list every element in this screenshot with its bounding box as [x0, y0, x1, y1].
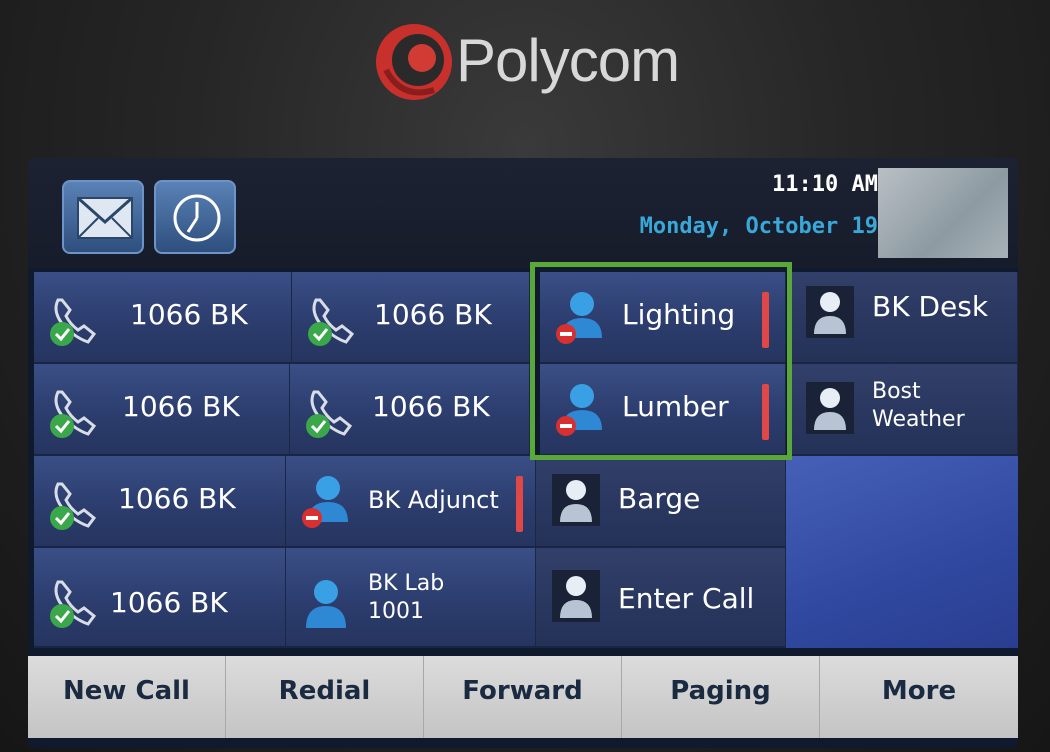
contact-online-icon	[306, 580, 346, 628]
contact-label: Bost Weather	[872, 378, 965, 434]
line-key-label: 1066 BK	[374, 298, 492, 331]
contact-key-bk-desk[interactable]: BK Desk	[790, 272, 1018, 364]
phone-check-icon	[50, 390, 97, 438]
line-key-label: 1066 BK	[122, 390, 240, 423]
line-key-label: 1066 BK	[130, 298, 248, 331]
polycom-logo-mark	[376, 24, 452, 100]
contact-icon	[552, 474, 600, 526]
phone-check-icon	[50, 580, 97, 628]
contact-busy-icon	[556, 384, 602, 436]
contact-icon	[806, 286, 854, 338]
line-key-9[interactable]: 1066 BK	[34, 456, 286, 548]
contact-key-bost-weather[interactable]: Bost Weather	[790, 364, 1018, 456]
line-key-1[interactable]: 1066 BK	[34, 272, 292, 364]
messages-button[interactable]	[62, 180, 144, 254]
redial-softkey[interactable]: Redial	[226, 656, 424, 738]
phone-check-icon	[50, 298, 97, 346]
contact-icon	[552, 570, 600, 622]
contact-busy-icon	[556, 292, 602, 344]
line-key-12[interactable]: 1066 BK	[34, 548, 286, 648]
contact-label-line2: Weather	[872, 407, 965, 432]
contact-label: BK Adjunct	[368, 486, 499, 514]
contact-label-line2: 1001	[368, 599, 424, 624]
clock-icon	[173, 194, 221, 242]
forward-softkey[interactable]: Forward	[424, 656, 622, 738]
status-bar: 11:10 AM Monday, October 19	[28, 158, 1018, 268]
contact-label: Lumber	[622, 390, 729, 423]
contact-key-lighting[interactable]: Lighting	[540, 272, 786, 364]
phone-check-icon	[306, 390, 353, 438]
paging-softkey[interactable]: Paging	[622, 656, 820, 738]
contact-key-lumber[interactable]: Lumber	[540, 364, 786, 456]
busy-indicator	[516, 476, 523, 532]
busy-indicator	[762, 384, 769, 440]
line-key-6[interactable]: 1066 BK	[290, 364, 530, 456]
contact-key-bk-adjunct[interactable]: BK Adjunct	[286, 456, 536, 548]
phone-check-icon	[50, 482, 97, 530]
recent-calls-button[interactable]	[154, 180, 236, 254]
date-display: Monday, October 19	[639, 214, 878, 239]
reflection-area	[878, 168, 1008, 258]
empty-key-area	[786, 456, 1018, 648]
phone-check-icon	[308, 298, 355, 346]
time-display: 11:10 AM	[772, 172, 878, 197]
contact-key-bk-lab[interactable]: BK Lab 1001	[286, 548, 536, 648]
line-key-label: 1066 BK	[372, 390, 490, 423]
contact-label: BK Lab 1001	[368, 570, 444, 626]
polycom-logo-text: Polycom	[456, 27, 680, 94]
polycom-logo: Polycom	[360, 14, 700, 104]
contact-label-line1: Bost	[872, 379, 921, 404]
contact-busy-icon	[302, 476, 348, 528]
line-key-label: 1066 BK	[118, 482, 236, 515]
enter-call-key[interactable]: Enter Call	[536, 548, 786, 648]
busy-indicator	[762, 292, 769, 348]
contact-label: Lighting	[622, 298, 736, 331]
line-key-label: 1066 BK	[110, 586, 228, 619]
line-key-5[interactable]: 1066 BK	[34, 364, 290, 456]
barge-key[interactable]: Barge	[536, 456, 786, 548]
contact-icon	[806, 382, 854, 434]
soft-key-bar: New Call Redial Forward Paging More	[28, 656, 1018, 738]
line-key-2[interactable]: 1066 BK	[292, 272, 530, 364]
more-softkey[interactable]: More	[820, 656, 1018, 738]
contact-label: Enter Call	[618, 582, 755, 615]
contact-label-line1: BK Lab	[368, 571, 445, 596]
contact-label: Barge	[618, 482, 701, 515]
contact-label: BK Desk	[872, 290, 989, 323]
new-call-softkey[interactable]: New Call	[28, 656, 226, 738]
mail-icon	[77, 196, 133, 239]
